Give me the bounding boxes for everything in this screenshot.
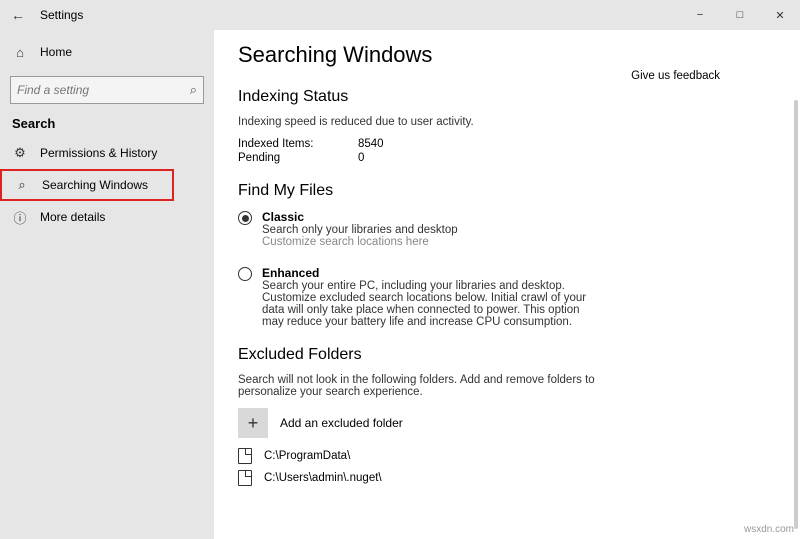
search-input[interactable] <box>17 83 167 97</box>
excluded-folder-row[interactable]: C:\Users\admin\.nuget\ <box>238 470 776 486</box>
excluded-folder-path: C:\ProgramData\ <box>264 450 350 462</box>
enhanced-subtitle: Search your entire PC, including your li… <box>262 280 598 328</box>
excluded-folder-path: C:\Users\admin\.nuget\ <box>264 472 382 484</box>
feedback-link[interactable]: Give us feedback <box>631 70 720 82</box>
sidebar-item-searching-windows[interactable]: ⌕ Searching Windows <box>0 169 174 201</box>
add-excluded-folder[interactable]: + Add an excluded folder <box>238 408 776 438</box>
page-title: Searching Windows <box>238 42 776 68</box>
find-setting-search[interactable]: ⌕ <box>10 76 204 104</box>
indexed-items-label: Indexed Items: <box>238 138 318 150</box>
customize-search-locations-link[interactable]: Customize search locations here <box>262 236 458 248</box>
excluded-folder-row[interactable]: C:\ProgramData\ <box>238 448 776 464</box>
option-classic[interactable]: Classic Search only your libraries and d… <box>238 210 598 248</box>
info-icon: ⓘ <box>12 208 28 227</box>
sidebar-section-label: Search <box>0 116 214 137</box>
classic-title: Classic <box>262 210 458 224</box>
main-content: Searching Windows Give us feedback Index… <box>214 30 800 539</box>
sidebar-item-label: More details <box>40 210 105 224</box>
indexing-status-desc: Indexing speed is reduced due to user ac… <box>238 116 776 128</box>
excluded-folders-heading: Excluded Folders <box>238 346 776 364</box>
vertical-scrollbar[interactable] <box>794 100 798 529</box>
radio-enhanced[interactable] <box>238 267 252 281</box>
sidebar-item-label: Searching Windows <box>42 178 148 192</box>
pending-label: Pending <box>238 152 318 164</box>
add-excluded-folder-label: Add an excluded folder <box>280 416 403 430</box>
folder-icon <box>238 470 252 486</box>
plus-icon[interactable]: + <box>238 408 268 438</box>
home-nav[interactable]: ⌂ Home <box>0 36 214 68</box>
watermark: wsxdn.com <box>744 524 794 535</box>
enhanced-title: Enhanced <box>262 266 598 280</box>
find-my-files-heading: Find My Files <box>238 182 776 200</box>
back-button[interactable]: ← <box>0 0 36 30</box>
indexed-items-value: 8540 <box>358 138 384 150</box>
home-icon: ⌂ <box>12 45 28 60</box>
home-label: Home <box>40 45 72 59</box>
search-icon: ⌕ <box>14 177 30 193</box>
pending-value: 0 <box>358 152 364 164</box>
classic-subtitle: Search only your libraries and desktop <box>262 224 458 236</box>
excluded-folders-desc: Search will not look in the following fo… <box>238 374 598 398</box>
pending-row: Pending 0 <box>238 152 776 164</box>
search-icon: ⌕ <box>190 82 197 98</box>
maximize-button[interactable]: □ <box>720 0 760 30</box>
sidebar-item-more-details[interactable]: ⓘ More details <box>0 201 214 233</box>
sidebar-item-label: Permissions & History <box>40 146 157 160</box>
folder-icon <box>238 448 252 464</box>
indexed-items-row: Indexed Items: 8540 <box>238 138 776 150</box>
option-enhanced[interactable]: Enhanced Search your entire PC, includin… <box>238 266 598 328</box>
sidebar: ⌂ Home ⌕ Search ⚙ Permissions & History … <box>0 30 214 539</box>
window-title: Settings <box>40 8 83 22</box>
radio-classic[interactable] <box>238 211 252 225</box>
close-button[interactable]: ✕ <box>760 0 800 30</box>
minimize-button[interactable]: − <box>680 0 720 30</box>
titlebar: ← Settings − □ ✕ <box>0 0 800 30</box>
indexing-status-heading: Indexing Status <box>238 88 776 106</box>
shield-icon: ⚙ <box>12 145 28 161</box>
sidebar-item-permissions-history[interactable]: ⚙ Permissions & History <box>0 137 214 169</box>
